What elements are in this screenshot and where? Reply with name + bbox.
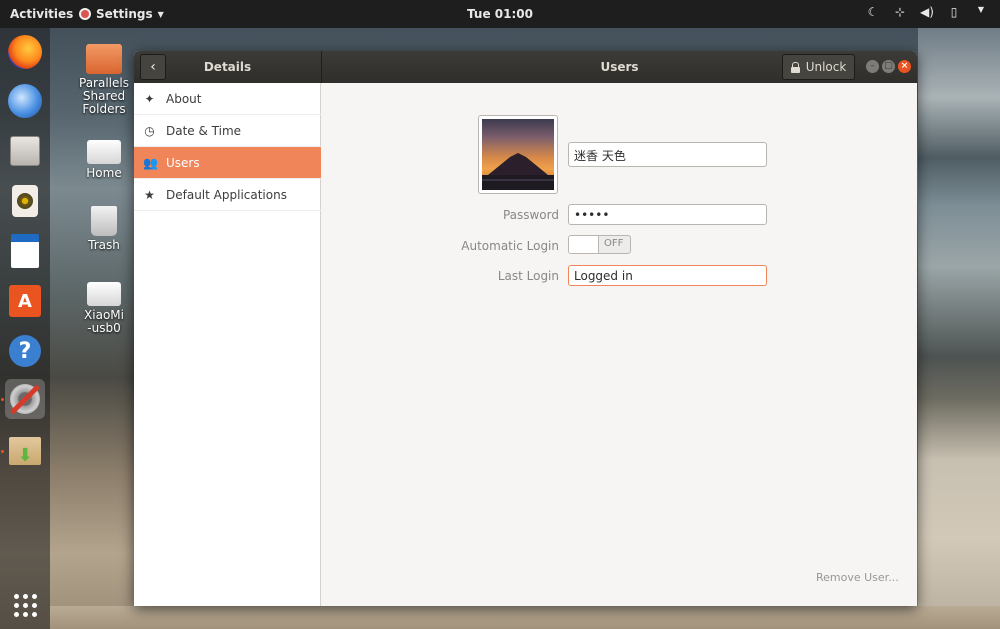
desktop-icon-label: XiaoMi-usb0 [84, 308, 124, 335]
minimize-button[interactable]: – [866, 60, 879, 73]
sidebar-item-users[interactable]: 👥 Users [134, 147, 321, 179]
archive-install-icon[interactable]: ⬇ [5, 431, 45, 471]
automatic-login-label: Automatic Login [461, 239, 559, 253]
firefox-icon[interactable] [5, 32, 45, 72]
clock-icon: ◷ [144, 123, 155, 138]
sidebar-item-about[interactable]: ✦ About [134, 83, 321, 115]
sparkle-icon: ✦ [144, 91, 155, 106]
last-login-label: Last Login [497, 269, 559, 283]
running-indicator [1, 398, 4, 401]
volume-icon: ◀) [920, 5, 934, 19]
avatar [482, 119, 554, 190]
app-menu[interactable]: Settings ▼ [79, 7, 164, 21]
sidebar-item-label: Default Applications [166, 187, 287, 202]
top-bar: Activities Settings ▼ Tue 01:00 ☾ ⊹ ◀) ▯… [0, 0, 1000, 28]
chevron-down-icon: ▼ [977, 5, 985, 14]
lock-icon [790, 61, 800, 73]
show-applications-icon[interactable] [5, 585, 45, 625]
drive-icon [87, 140, 121, 164]
sidebar-item-label: About [166, 91, 202, 106]
password-field[interactable]: ••••• [568, 204, 767, 225]
desktop-icon-label: Home [86, 166, 122, 180]
desktop-wallpaper [918, 25, 1000, 629]
password-label: Password [502, 208, 559, 222]
settings-app-icon [79, 8, 91, 20]
user-avatar-button[interactable] [478, 115, 558, 194]
night-light-icon: ☾ [867, 5, 879, 19]
running-indicator [1, 450, 4, 453]
user-name-field[interactable]: 迷香 天色 [568, 142, 767, 167]
chevron-down-icon: ▼ [157, 9, 164, 19]
activities-button[interactable]: Activities [10, 7, 73, 21]
sidebar-item-label: Date & Time [166, 123, 242, 138]
sidebar-item-default-applications[interactable]: ★ Default Applications [134, 179, 321, 211]
desktop-icon-label: Parallels Shared Folders [79, 76, 129, 116]
automatic-login-toggle[interactable]: OFF [568, 235, 631, 254]
app-menu-label: Settings [96, 7, 153, 21]
software-icon[interactable]: A [5, 281, 45, 321]
desktop-icon-shared-folders[interactable]: Parallels Shared Folders [74, 44, 134, 116]
star-icon: ★ [144, 187, 155, 202]
battery-icon: ▯ [950, 5, 958, 19]
dock: A ? ⬇ [0, 28, 50, 629]
sidebar-title: Details [203, 60, 252, 74]
help-icon[interactable]: ? [5, 331, 45, 371]
settings-icon[interactable] [5, 379, 45, 419]
unlock-button[interactable]: Unlock [782, 54, 855, 80]
maximize-button[interactable]: □ [882, 60, 895, 73]
trash-icon [91, 206, 117, 236]
drive-icon [87, 282, 121, 306]
desktop-icon-usb[interactable]: XiaoMi-usb0 [74, 282, 134, 335]
thunderbird-icon[interactable] [5, 81, 45, 121]
toggle-knob [569, 236, 599, 253]
network-icon: ⊹ [894, 5, 906, 19]
toggle-state-label: OFF [604, 238, 624, 249]
sidebar-item-date-time[interactable]: ◷ Date & Time [134, 115, 321, 147]
writer-icon[interactable] [5, 231, 45, 271]
close-button[interactable]: × [898, 60, 911, 73]
unlock-label: Unlock [805, 60, 847, 74]
last-login-field[interactable]: Logged in [568, 265, 767, 286]
folder-icon [86, 44, 122, 74]
sidebar: ✦ About ◷ Date & Time 👥 Users ★ Default … [134, 83, 321, 606]
desktop-wallpaper-bottom [50, 606, 1000, 629]
system-tray[interactable]: ☾ ⊹ ◀) ▯ ▼ [866, 5, 988, 19]
settings-window: ‹ Details Users Unlock – □ × ✦ About ◷ D… [134, 51, 917, 606]
clock[interactable]: Tue 01:00 [467, 7, 533, 21]
desktop-icon-trash[interactable]: Trash [74, 206, 134, 252]
desktop-icon-home[interactable]: Home [74, 140, 134, 180]
files-icon[interactable] [5, 131, 45, 171]
remove-user-button[interactable]: Remove User... [816, 571, 899, 584]
desktop-icon-label: Trash [88, 238, 120, 252]
rhythmbox-icon[interactable] [5, 181, 45, 221]
sidebar-item-label: Users [166, 155, 200, 170]
window-titlebar[interactable]: ‹ Details Users Unlock – □ × [134, 51, 917, 83]
users-icon: 👥 [143, 155, 158, 170]
